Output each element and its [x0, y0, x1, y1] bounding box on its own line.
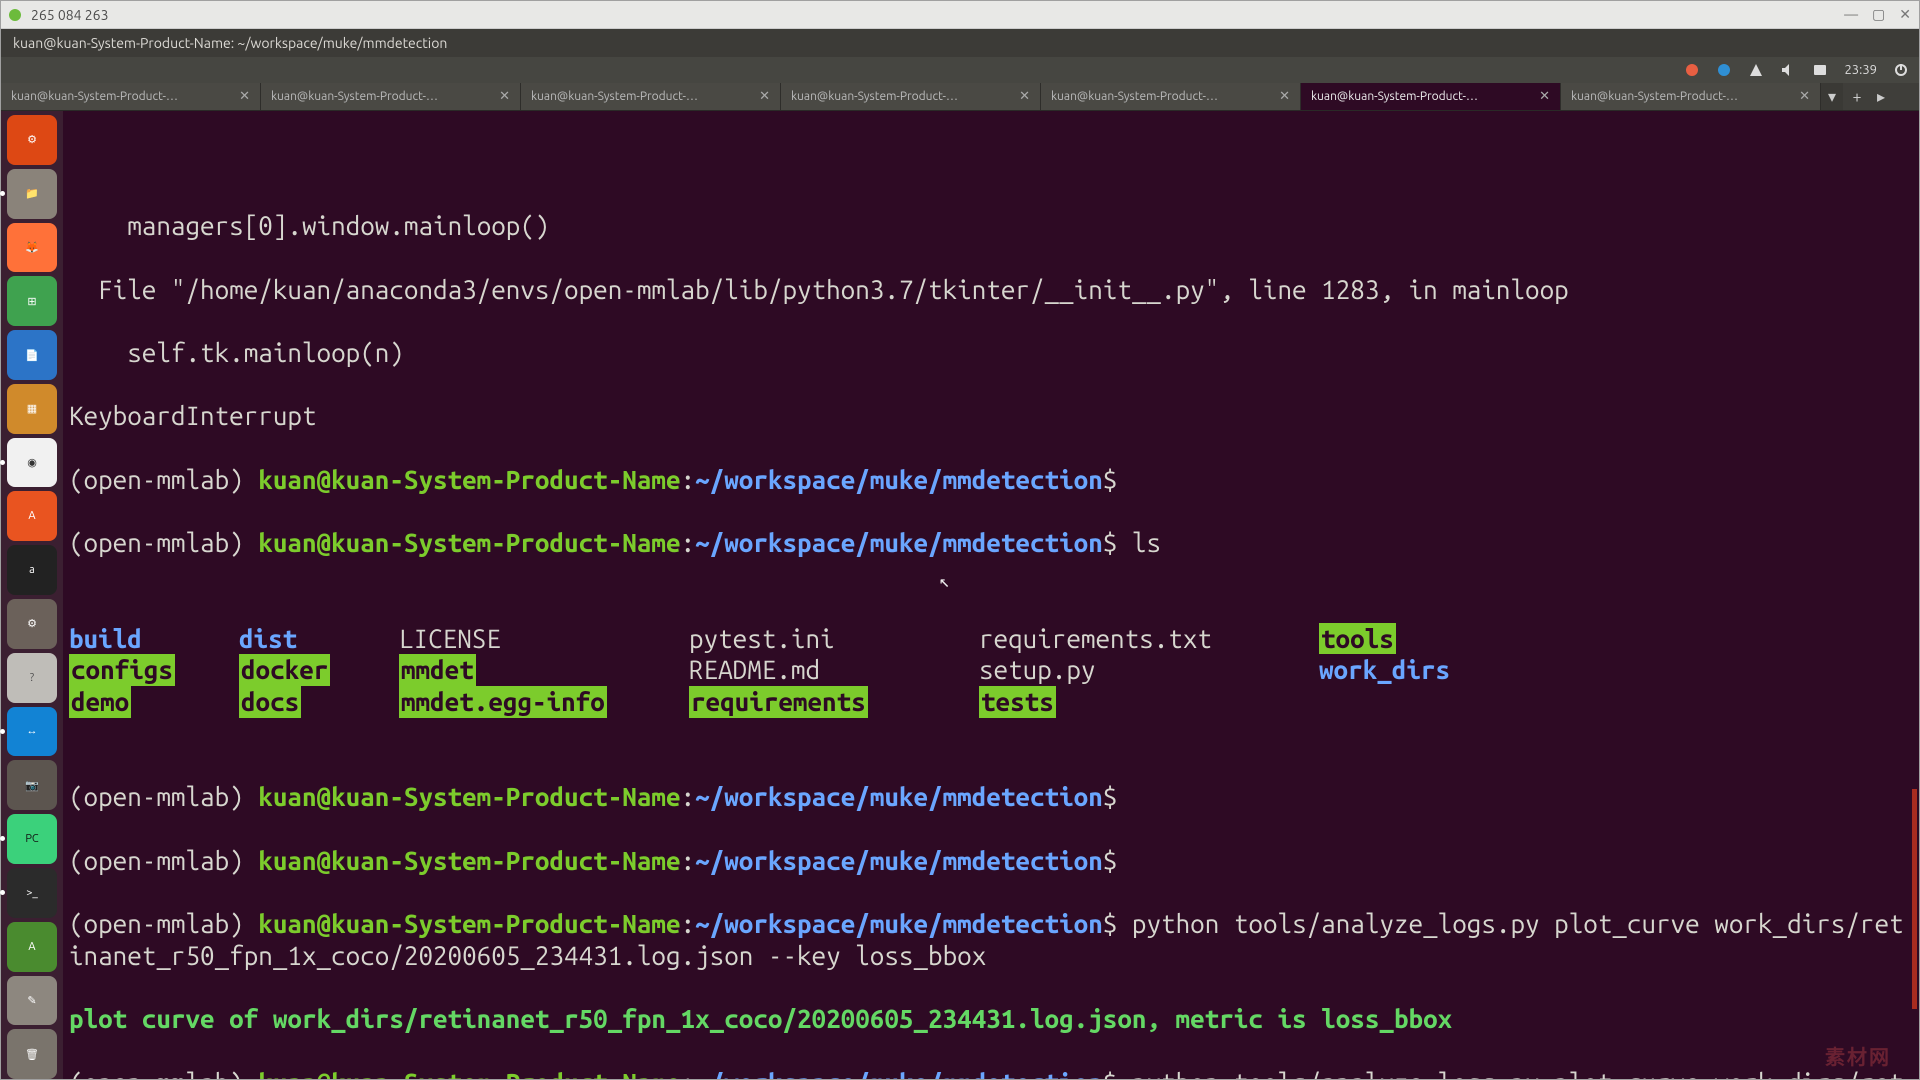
- app-titlebar[interactable]: kuan@kuan-System-Product-Name: ~/workspa…: [1, 29, 1919, 57]
- ls-entry: work_dirs: [1319, 654, 1519, 686]
- tab-label: kuan@kuan-System-Product-…: [1051, 90, 1218, 103]
- os-title: 265 084 263: [31, 7, 1844, 23]
- launcher: ⚙ 📁 🦊 ⊞ 📄 ▦ ◉ A a ⚙ ? ↔ 📷 PC >_ A ✎ 🗑: [1, 111, 63, 1079]
- terminal-tab-6[interactable]: kuan@kuan-System-Product-… ✕: [1301, 83, 1561, 110]
- scrollbar-thumb[interactable]: [1912, 789, 1917, 1009]
- launcher-teamviewer-icon[interactable]: ↔: [7, 707, 57, 757]
- prompt-line: (open-mmlab) kuan@kuan-System-Product-Na…: [69, 527, 1911, 559]
- tab-strip: kuan@kuan-System-Product-… ✕ kuan@kuan-S…: [1, 83, 1919, 111]
- tab-close-icon[interactable]: ✕: [1799, 89, 1810, 104]
- prompt-line: (open-mmlab) kuan@kuan-System-Product-Na…: [69, 908, 1911, 971]
- tab-label: kuan@kuan-System-Product-…: [11, 90, 178, 103]
- ls-output: build dist LICENSE pytest.ini requiremen…: [69, 623, 1911, 718]
- tab-label: kuan@kuan-System-Product-…: [271, 90, 438, 103]
- tab-overflow-chevron-icon[interactable]: ▾: [1821, 83, 1843, 110]
- app-indicator-icon[interactable]: [1684, 62, 1700, 78]
- terminal-viewport[interactable]: managers[0].window.mainloop() File "/hom…: [63, 111, 1919, 1079]
- ls-entry: LICENSE: [399, 623, 689, 655]
- launcher-screenshot-icon[interactable]: 📷: [7, 760, 57, 810]
- maximize-button[interactable]: ▢: [1872, 6, 1885, 23]
- os-titlebar: 265 084 263 — ▢ ✕: [1, 1, 1919, 29]
- traceback-line: KeyboardInterrupt: [69, 400, 1911, 432]
- new-tab-button[interactable]: +: [1843, 83, 1871, 110]
- tab-close-icon[interactable]: ✕: [1279, 89, 1290, 104]
- launcher-settings-icon[interactable]: ⚙: [7, 599, 57, 649]
- ls-entry: requirements.txt: [979, 623, 1319, 655]
- recording-dot-icon: [9, 9, 21, 21]
- traceback-line: managers[0].window.mainloop(): [69, 210, 1911, 242]
- launcher-pycharm-icon[interactable]: PC: [7, 814, 57, 864]
- launcher-writer-icon[interactable]: 📄: [7, 330, 57, 380]
- input-method-icon[interactable]: [1812, 62, 1828, 78]
- terminal-tab-7[interactable]: kuan@kuan-System-Product-… ✕: [1561, 83, 1821, 110]
- ls-entry: docs: [239, 686, 301, 718]
- tab-label: kuan@kuan-System-Product-…: [531, 90, 698, 103]
- output-line: plot curve of work_dirs/retinanet_r50_fp…: [69, 1003, 1911, 1035]
- launcher-trash-icon[interactable]: 🗑: [7, 1029, 57, 1079]
- window-frame: 265 084 263 — ▢ ✕ kuan@kuan-System-Produ…: [0, 0, 1920, 1080]
- terminal-tab-1[interactable]: kuan@kuan-System-Product-… ✕: [1, 83, 261, 110]
- ls-entry: mmdet.egg-info: [399, 686, 607, 718]
- power-icon[interactable]: [1893, 62, 1909, 78]
- ls-entry: tests: [979, 686, 1056, 718]
- ls-entry: mmdet: [399, 654, 476, 686]
- launcher-amazon-icon[interactable]: a: [7, 545, 57, 595]
- launcher-files-icon[interactable]: 📁: [7, 169, 57, 219]
- clock[interactable]: 23:39: [1844, 63, 1877, 77]
- menubar: 23:39: [1, 57, 1919, 83]
- ls-entry: setup.py: [979, 654, 1319, 686]
- terminal-tab-2[interactable]: kuan@kuan-System-Product-… ✕: [261, 83, 521, 110]
- tab-label: kuan@kuan-System-Product-…: [791, 90, 958, 103]
- launcher-terminal-icon[interactable]: >_: [7, 868, 57, 918]
- tab-label: kuan@kuan-System-Product-…: [1311, 90, 1478, 103]
- launcher-firefox-icon[interactable]: 🦊: [7, 223, 57, 273]
- ls-entry: [1319, 686, 1519, 718]
- tab-close-icon[interactable]: ✕: [499, 89, 510, 104]
- ls-entry: demo: [69, 686, 131, 718]
- launcher-dash-icon[interactable]: ⚙: [7, 115, 57, 165]
- launcher-help-icon[interactable]: ?: [7, 653, 57, 703]
- watermark: 素材网: [1825, 1045, 1891, 1069]
- ls-entry: build: [69, 623, 239, 655]
- tab-scroll-right-icon[interactable]: ▸: [1871, 83, 1891, 110]
- ls-entry: tools: [1319, 623, 1396, 655]
- ls-entry: docker: [239, 654, 330, 686]
- ls-entry: pytest.ini: [689, 623, 979, 655]
- network-icon[interactable]: [1748, 62, 1764, 78]
- launcher-impress-icon[interactable]: ▦: [7, 384, 57, 434]
- terminal-tab-4[interactable]: kuan@kuan-System-Product-… ✕: [781, 83, 1041, 110]
- ls-entry: configs: [69, 654, 175, 686]
- prompt-line: (open-mmlab) kuan@kuan-System-Product-Na…: [69, 1067, 1911, 1079]
- tab-close-icon[interactable]: ✕: [1539, 89, 1550, 104]
- launcher-calc-icon[interactable]: ⊞: [7, 276, 57, 326]
- ls-entry: requirements: [689, 686, 868, 718]
- launcher-software-icon[interactable]: A: [7, 491, 57, 541]
- traceback-line: File "/home/kuan/anaconda3/envs/open-mml…: [69, 274, 1911, 306]
- prompt-line: (open-mmlab) kuan@kuan-System-Product-Na…: [69, 781, 1911, 813]
- prompt-line: (open-mmlab) kuan@kuan-System-Product-Na…: [69, 845, 1911, 877]
- traceback-line: self.tk.mainloop(n): [69, 337, 1911, 369]
- ls-entry: dist: [239, 623, 399, 655]
- tab-close-icon[interactable]: ✕: [1019, 89, 1030, 104]
- prompt-line: (open-mmlab) kuan@kuan-System-Product-Na…: [69, 464, 1911, 496]
- terminal-tab-5[interactable]: kuan@kuan-System-Product-… ✕: [1041, 83, 1301, 110]
- launcher-app-a-icon[interactable]: A: [7, 922, 57, 972]
- ls-entry: README.md: [689, 654, 979, 686]
- terminal-tab-3[interactable]: kuan@kuan-System-Product-… ✕: [521, 83, 781, 110]
- tab-label: kuan@kuan-System-Product-…: [1571, 90, 1738, 103]
- launcher-text-editor-icon[interactable]: ✎: [7, 976, 57, 1026]
- close-button[interactable]: ✕: [1899, 6, 1911, 23]
- launcher-chrome-icon[interactable]: ◉: [7, 438, 57, 488]
- tab-close-icon[interactable]: ✕: [239, 89, 250, 104]
- minimize-button[interactable]: —: [1844, 6, 1858, 23]
- terminal-scrollback: managers[0].window.mainloop() File "/hom…: [69, 178, 1911, 1079]
- volume-icon[interactable]: [1780, 62, 1796, 78]
- app-title: kuan@kuan-System-Product-Name: ~/workspa…: [13, 35, 447, 51]
- app-indicator2-icon[interactable]: [1716, 62, 1732, 78]
- tab-close-icon[interactable]: ✕: [759, 89, 770, 104]
